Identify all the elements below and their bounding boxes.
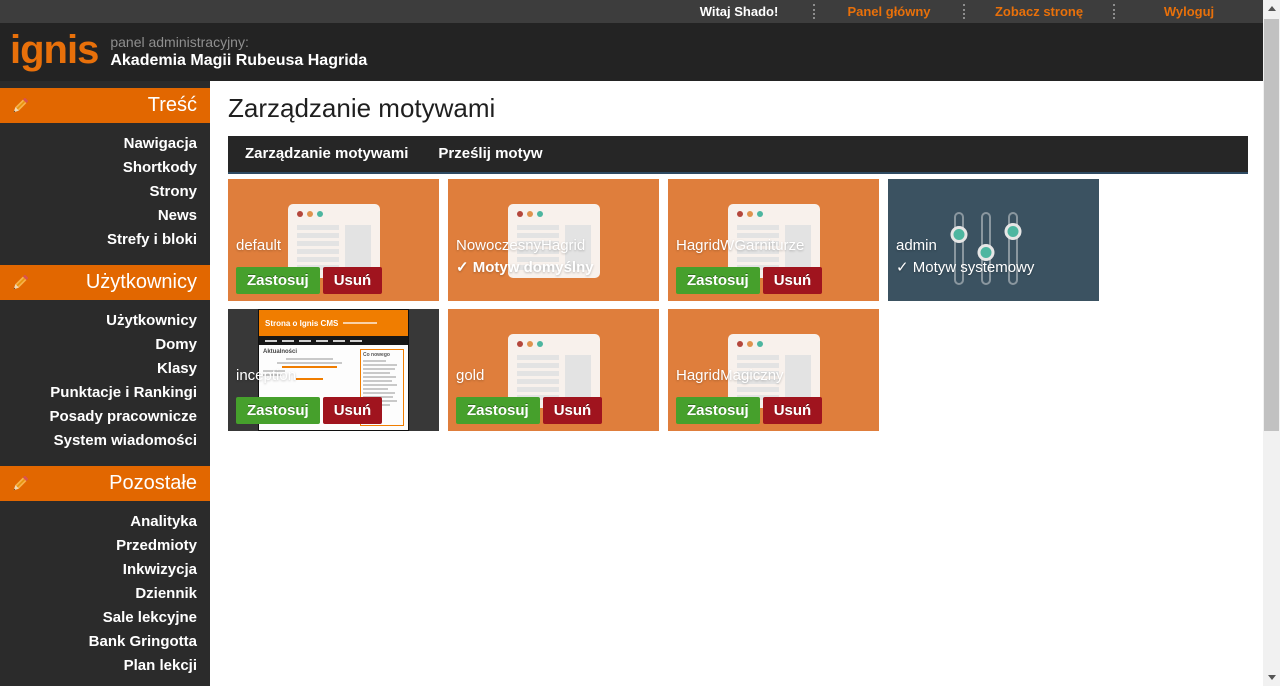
apply-theme-button[interactable]: Zastosuj bbox=[676, 267, 760, 294]
window-dots-icon bbox=[737, 341, 811, 347]
sidebar-item-posady-pracownicze[interactable]: Posady pracownicze bbox=[13, 405, 197, 429]
pencil-icon bbox=[10, 96, 30, 116]
sidebar-item-sale-lekcyjne[interactable]: Sale lekcyjne bbox=[13, 606, 197, 630]
window-dots-icon bbox=[297, 211, 371, 217]
sidebar: Treść Nawigacja Shortkody Strony News St… bbox=[0, 81, 210, 686]
pencil-icon bbox=[10, 474, 30, 494]
sidebar-item-system-wiadomosci[interactable]: System wiadomości bbox=[13, 429, 197, 453]
preview-navbar bbox=[259, 336, 408, 345]
apply-theme-button[interactable]: Zastosuj bbox=[456, 397, 540, 424]
themes-grid: default Zastosuj Usuń NowoczesnyHagrid ✓… bbox=[228, 179, 1108, 431]
apply-theme-button[interactable]: Zastosuj bbox=[236, 397, 320, 424]
section-items-tresc: Nawigacja Shortkody Strony News Strefy i… bbox=[0, 123, 210, 265]
sidebar-item-strefy-i-bloki[interactable]: Strefy i bloki bbox=[13, 228, 197, 252]
sidebar-item-news[interactable]: News bbox=[13, 204, 197, 228]
scroll-down-arrow[interactable] bbox=[1263, 669, 1280, 686]
theme-card-inception: Strona o Ignis CMS Aktualności Co bbox=[228, 309, 439, 431]
scrollbar-thumb[interactable] bbox=[1264, 19, 1279, 431]
main-content: Zarządzanie motywami Zarządzanie motywam… bbox=[210, 81, 1263, 686]
tab-zarzadzanie-motywami[interactable]: Zarządzanie motywami bbox=[230, 135, 423, 173]
theme-card-admin: admin ✓ Motyw systemowy bbox=[888, 179, 1099, 301]
theme-name: inception bbox=[236, 367, 296, 384]
sidebar-item-punktacje-i-rankingi[interactable]: Punktacje i Rankingi bbox=[13, 381, 197, 405]
theme-card-hagridwgarniturze: HagridWGarniturze Zastosuj Usuń bbox=[668, 179, 879, 301]
preview-left-heading: Aktualności bbox=[263, 349, 356, 355]
theme-card-hagridmagiczny: HagridMagiczny Zastosuj Usuń bbox=[668, 309, 879, 431]
vertical-scrollbar[interactable] bbox=[1263, 0, 1280, 686]
topbar-link-panel-glowny[interactable]: Panel główny bbox=[815, 0, 963, 23]
tab-przeslij-motyw[interactable]: Prześlij motyw bbox=[423, 135, 557, 173]
section-title: Treść bbox=[30, 94, 210, 117]
theme-name: NowoczesnyHagrid bbox=[456, 237, 585, 254]
sidebar-section-pozostale[interactable]: Pozostałe bbox=[0, 466, 210, 501]
sidebar-section-uzytkownicy[interactable]: Użytkownicy bbox=[0, 265, 210, 300]
delete-theme-button[interactable]: Usuń bbox=[763, 267, 823, 294]
page-title: Zarządzanie motywami bbox=[228, 93, 1248, 124]
apply-theme-button[interactable]: Zastosuj bbox=[236, 267, 320, 294]
sidebar-item-domy[interactable]: Domy bbox=[13, 333, 197, 357]
topbar-greeting: Witaj Shado! bbox=[665, 0, 813, 23]
sidebar-item-shortkody[interactable]: Shortkody bbox=[13, 156, 197, 180]
theme-actions: Zastosuj Usuń bbox=[456, 397, 602, 424]
preview-site-title: Strona o Ignis CMS bbox=[265, 319, 338, 328]
sidebar-item-przedmioty[interactable]: Przedmioty bbox=[13, 534, 197, 558]
sidebar-item-strony[interactable]: Strony bbox=[13, 180, 197, 204]
sidebar-item-plan-lekcji[interactable]: Plan lekcji bbox=[13, 654, 197, 678]
sidebar-item-klasy[interactable]: Klasy bbox=[13, 357, 197, 381]
topbar: Witaj Shado! Panel główny Zobacz stronę … bbox=[0, 0, 1263, 23]
theme-actions: Zastosuj Usuń bbox=[676, 397, 822, 424]
slider-knob bbox=[1005, 223, 1022, 240]
theme-actions: Zastosuj Usuń bbox=[236, 397, 382, 424]
apply-theme-button[interactable]: Zastosuj bbox=[676, 397, 760, 424]
section-title: Użytkownicy bbox=[30, 271, 210, 294]
theme-card-gold: gold Zastosuj Usuń bbox=[448, 309, 659, 431]
sidebar-section-tresc[interactable]: Treść bbox=[0, 88, 210, 123]
preview-header: Strona o Ignis CMS bbox=[259, 310, 408, 336]
ignis-logo: ignis bbox=[10, 30, 98, 70]
theme-name: default bbox=[236, 237, 281, 254]
section-items-pozostale: Analityka Przedmioty Inkwizycja Dziennik… bbox=[0, 501, 210, 686]
slider-knob bbox=[951, 226, 968, 243]
theme-name: admin bbox=[896, 237, 937, 254]
theme-name: HagridWGarniturze bbox=[676, 237, 804, 254]
system-theme-badge: ✓ Motyw systemowy bbox=[896, 258, 1034, 276]
delete-theme-button[interactable]: Usuń bbox=[763, 397, 823, 424]
topbar-link-zobacz-strone[interactable]: Zobacz stronę bbox=[965, 0, 1113, 23]
window-dots-icon bbox=[517, 341, 591, 347]
section-items-uzytkownicy: Użytkownicy Domy Klasy Punktacje i Ranki… bbox=[0, 300, 210, 466]
delete-theme-button[interactable]: Usuń bbox=[323, 397, 383, 424]
theme-actions: Zastosuj Usuń bbox=[676, 267, 822, 294]
scroll-up-arrow[interactable] bbox=[1263, 0, 1280, 17]
delete-theme-button[interactable]: Usuń bbox=[543, 397, 603, 424]
sidebar-item-uzytkownicy[interactable]: Użytkownicy bbox=[13, 309, 197, 333]
pencil-icon bbox=[10, 273, 30, 293]
theme-actions: Zastosuj Usuń bbox=[236, 267, 382, 294]
theme-card-nowoczesnyhagrid: NowoczesnyHagrid ✓ Motyw domyślny bbox=[448, 179, 659, 301]
theme-card-default: default Zastosuj Usuń bbox=[228, 179, 439, 301]
theme-name: gold bbox=[456, 367, 484, 384]
window-dots-icon bbox=[517, 211, 591, 217]
sidebar-item-nawigacja[interactable]: Nawigacja bbox=[13, 132, 197, 156]
header: ignis panel administracyjny: Akademia Ma… bbox=[0, 23, 1263, 81]
site-name: Akademia Magii Rubeusa Hagrida bbox=[110, 52, 367, 70]
window-dots-icon bbox=[737, 211, 811, 217]
delete-theme-button[interactable]: Usuń bbox=[323, 267, 383, 294]
panel-label: panel administracyjny: bbox=[110, 34, 367, 50]
theme-tabbar: Zarządzanie motywami Prześlij motyw bbox=[228, 136, 1248, 174]
sidebar-item-inkwizycja[interactable]: Inkwizycja bbox=[13, 558, 197, 582]
default-theme-badge: ✓ Motyw domyślny bbox=[456, 258, 594, 276]
section-title: Pozostałe bbox=[30, 472, 210, 495]
sidebar-item-bank-gringotta[interactable]: Bank Gringotta bbox=[13, 630, 197, 654]
preview-subtitle-bar bbox=[343, 322, 377, 324]
preview-right-heading: Co nowego bbox=[363, 352, 401, 358]
sidebar-item-dziennik[interactable]: Dziennik bbox=[13, 582, 197, 606]
theme-name: HagridMagiczny bbox=[676, 367, 784, 384]
topbar-link-wyloguj[interactable]: Wyloguj bbox=[1115, 0, 1263, 23]
sidebar-item-analityka[interactable]: Analityka bbox=[13, 510, 197, 534]
